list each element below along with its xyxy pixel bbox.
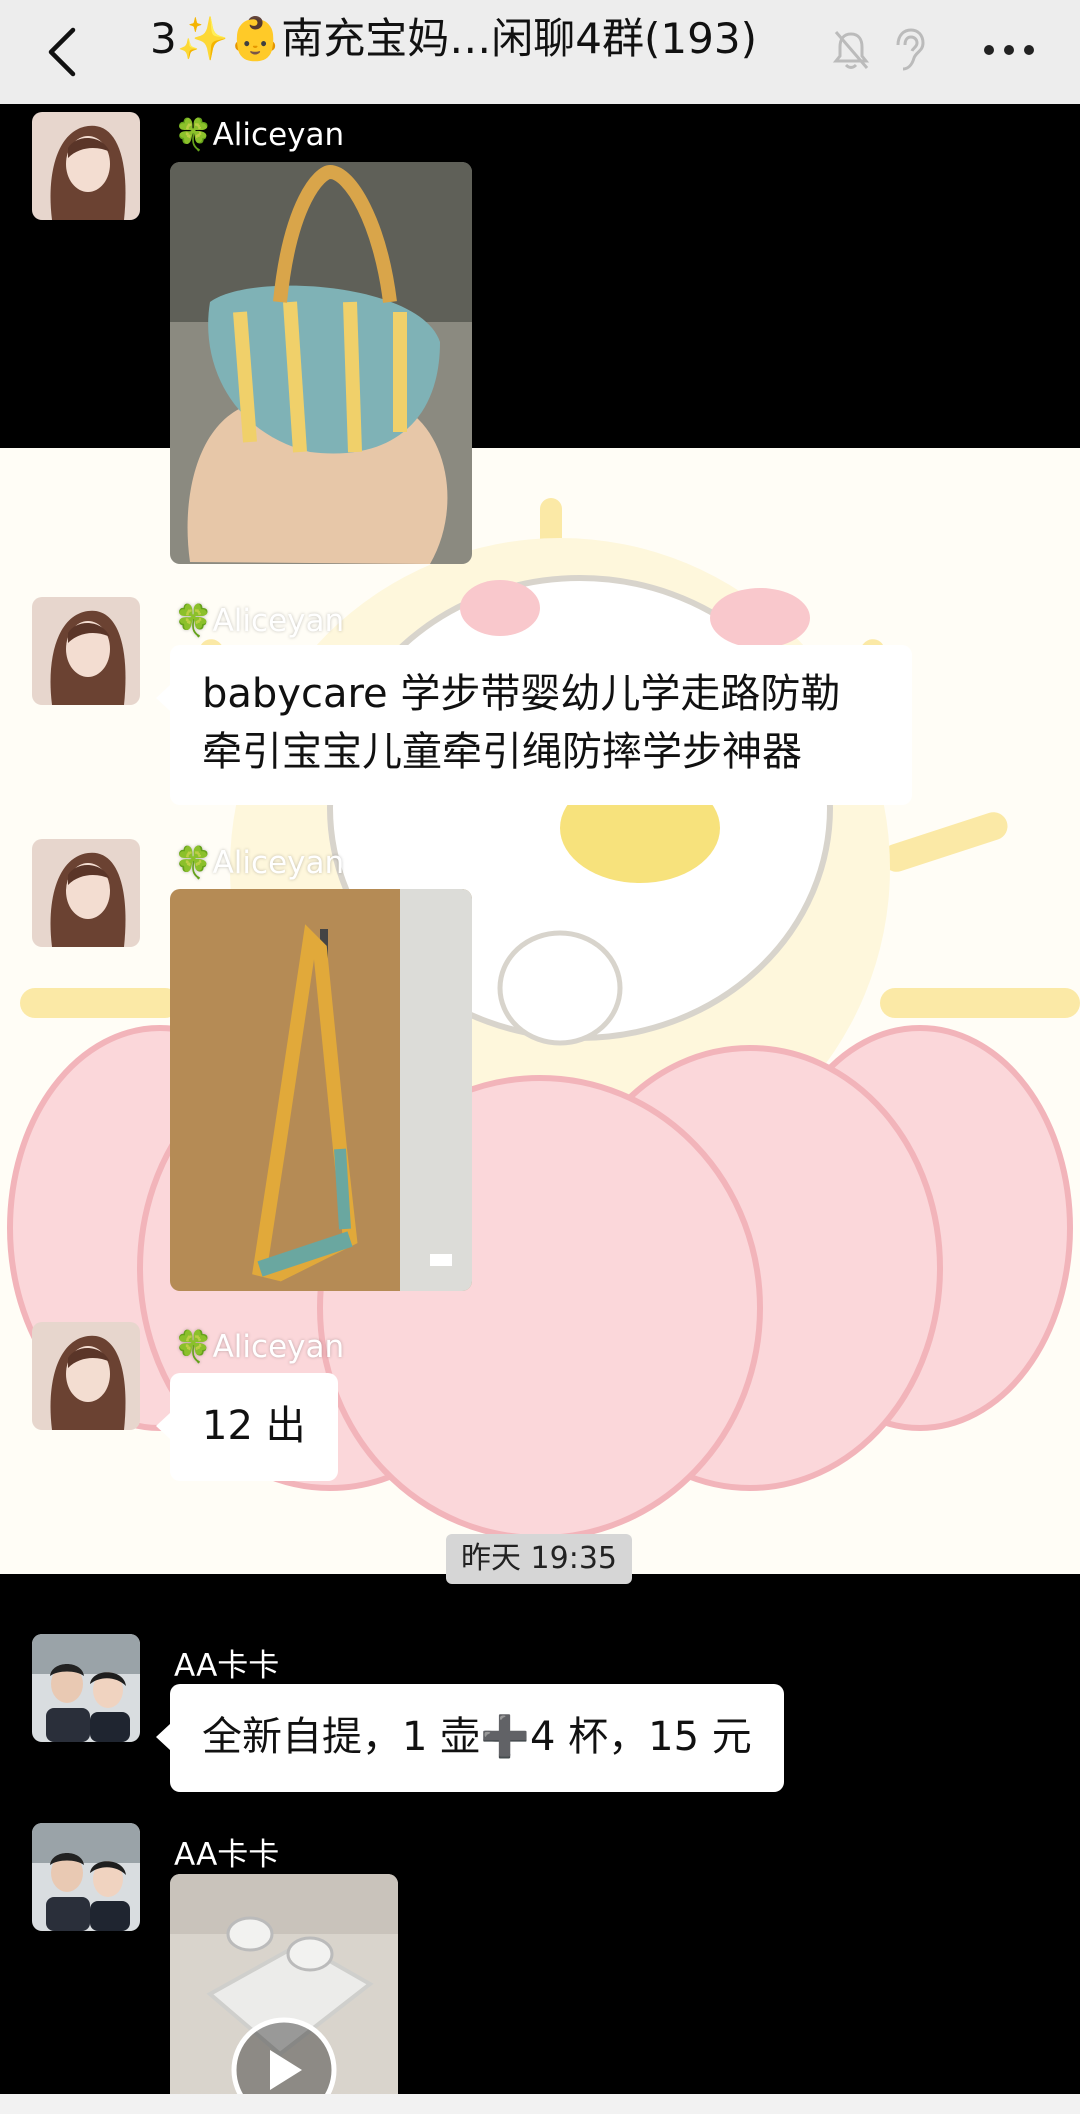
sender-name: 🍀Aliceyan [174, 845, 345, 881]
avatar[interactable] [32, 839, 140, 947]
couple-avatar-image [32, 1634, 140, 1742]
woman-avatar-image [32, 597, 140, 705]
more-button[interactable] [974, 20, 1044, 80]
sender-name: AA卡卡 [174, 1837, 280, 1873]
chat-background-dark [0, 1574, 1080, 2094]
woman-avatar-image [32, 1322, 140, 1430]
bottom-edge [0, 2094, 1080, 2114]
woman-avatar-image [32, 112, 140, 220]
text-message[interactable]: babycare 学步带婴幼儿学走路防勒 牵引宝宝儿童牵引绳防摔学步神器 [156, 645, 912, 805]
video-message[interactable] [170, 1874, 398, 2094]
text-message[interactable]: 全新自提，1 壶➕4 杯，15 元 [156, 1684, 784, 1792]
back-button[interactable] [32, 22, 92, 82]
woman-avatar-image [32, 839, 140, 947]
image-message[interactable] [170, 162, 472, 564]
mute-button[interactable] [826, 20, 876, 80]
timestamp: 昨天 19:35 [446, 1534, 632, 1584]
sender-name: 🍀Aliceyan [174, 1329, 345, 1365]
sender-name: 🍀Aliceyan [174, 603, 345, 639]
strap-photo [170, 889, 472, 1291]
avatar[interactable] [32, 1322, 140, 1430]
sender-name: 🍀Aliceyan [174, 117, 345, 153]
couple-avatar-image [32, 1823, 140, 1931]
ear-icon [896, 28, 925, 71]
chat-background-dark [0, 104, 1080, 448]
message-text: 12 出 [202, 1403, 306, 1449]
mute-bell-icon [832, 31, 870, 69]
earpiece-button[interactable] [884, 20, 934, 80]
avatar[interactable] [32, 1823, 140, 1931]
chat-title: 3✨👶南充宝妈…闲聊4群(193) [150, 14, 757, 63]
chat-wallpaper [0, 448, 1080, 1574]
avatar[interactable] [32, 1634, 140, 1742]
text-message[interactable]: 12 出 [156, 1373, 338, 1481]
glassware-video-thumbnail [170, 1874, 398, 2094]
back-arrow-icon [48, 27, 76, 77]
more-icon [984, 45, 1034, 55]
avatar[interactable] [32, 597, 140, 705]
chat-header: 3✨👶南充宝妈…闲聊4群(193) [0, 0, 1080, 104]
sender-name: AA卡卡 [174, 1648, 280, 1684]
image-message[interactable] [170, 889, 472, 1291]
harness-photo [170, 162, 472, 564]
sun-bunny-wallpaper [7, 498, 1080, 1541]
message-text-line: babycare 学步带婴幼儿学走路防勒 [202, 671, 841, 717]
avatar[interactable] [32, 112, 140, 220]
message-text: 全新自提，1 壶➕4 杯，15 元 [202, 1714, 752, 1760]
message-text-line: 牵引宝宝儿童牵引绳防摔学步神器 [202, 729, 802, 775]
